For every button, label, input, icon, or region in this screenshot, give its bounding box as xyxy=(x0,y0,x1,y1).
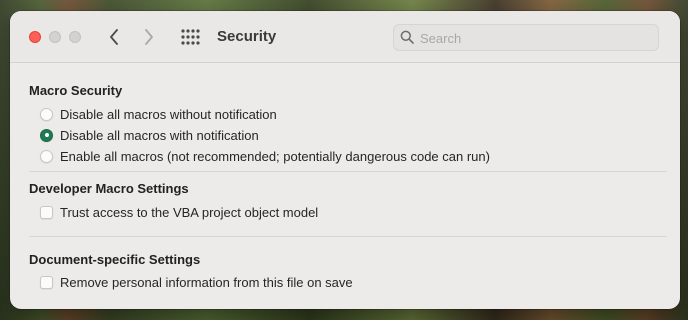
close-window-button[interactable] xyxy=(29,31,41,43)
option-label: Trust access to the VBA project object m… xyxy=(60,204,319,220)
back-chevron-icon xyxy=(110,29,118,45)
security-preferences-window: Security Macro Security Disable all macr… xyxy=(10,11,680,309)
option-label: Enable all macros (not recommended; pote… xyxy=(60,148,490,164)
macro-option-disable-without-notification[interactable]: Disable all macros without notification xyxy=(40,106,277,122)
minimize-window-button[interactable] xyxy=(49,31,61,43)
radio-button-selected[interactable] xyxy=(40,128,53,142)
remove-personal-info-option[interactable]: Remove personal information from this fi… xyxy=(40,274,353,290)
checkbox[interactable] xyxy=(40,205,53,219)
search-icon xyxy=(400,30,414,44)
toolbar: Security xyxy=(10,11,680,63)
developer-macro-settings-heading: Developer Macro Settings xyxy=(29,181,189,196)
option-label: Disable all macros without notification xyxy=(60,106,277,122)
radio-button[interactable] xyxy=(40,149,53,163)
radio-button[interactable] xyxy=(40,107,53,121)
option-label: Disable all macros with notification xyxy=(60,127,259,143)
section-divider xyxy=(29,236,667,237)
macro-option-disable-with-notification[interactable]: Disable all macros with notification xyxy=(40,127,259,143)
back-button[interactable] xyxy=(104,27,124,47)
search-field[interactable] xyxy=(393,24,659,51)
forward-button[interactable] xyxy=(139,27,159,47)
macro-security-heading: Macro Security xyxy=(29,83,123,98)
checkbox[interactable] xyxy=(40,275,53,289)
document-specific-settings-heading: Document-specific Settings xyxy=(29,252,201,267)
window-title: Security xyxy=(217,28,277,45)
grid-icon xyxy=(181,29,200,45)
show-all-button[interactable] xyxy=(180,28,200,46)
macro-option-enable-all[interactable]: Enable all macros (not recommended; pote… xyxy=(40,148,490,164)
forward-chevron-icon xyxy=(145,29,153,45)
option-label: Remove personal information from this fi… xyxy=(60,274,353,290)
trust-vba-access-option[interactable]: Trust access to the VBA project object m… xyxy=(40,204,318,220)
search-input[interactable] xyxy=(420,28,650,48)
zoom-window-button[interactable] xyxy=(69,31,81,43)
section-divider xyxy=(29,171,667,172)
